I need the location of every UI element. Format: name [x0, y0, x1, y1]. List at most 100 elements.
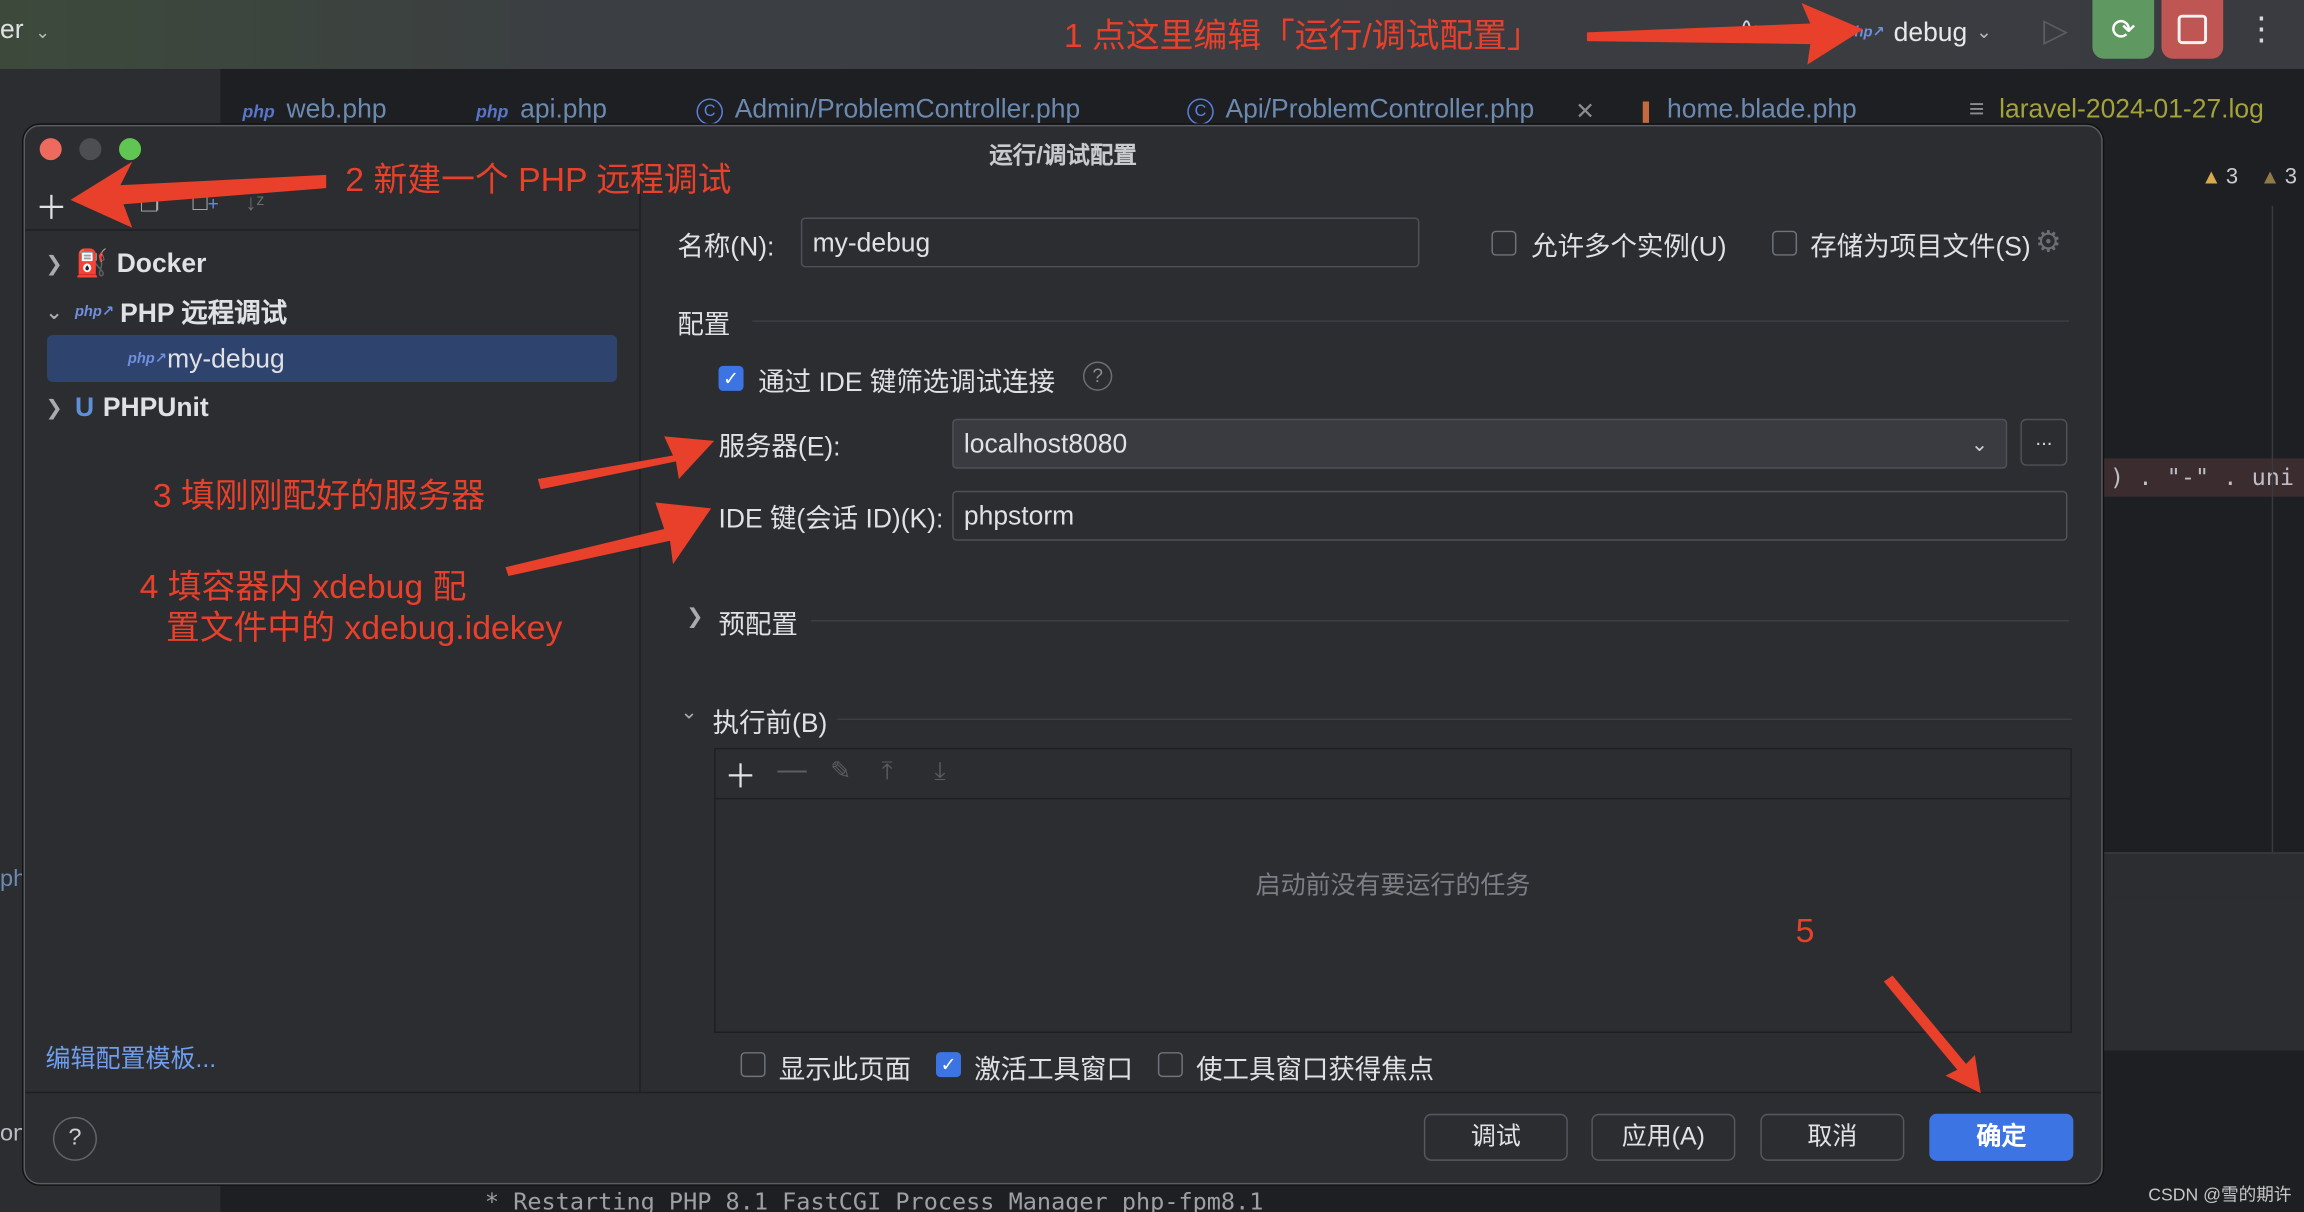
divider: [837, 718, 2072, 721]
tree-item-label: my-debug: [167, 343, 285, 373]
allow-multiple-label: 允许多个实例(U): [1531, 232, 1727, 262]
php-file-icon: php: [242, 101, 275, 122]
browse-servers-button[interactable]: ...: [2020, 418, 2068, 466]
chevron-right-icon[interactable]: ❯: [46, 251, 75, 276]
activate-tool-window-label: 激活工具窗口: [974, 1055, 1133, 1085]
help-icon[interactable]: ?: [1082, 361, 1113, 391]
chevron-down-icon: ⌄: [1970, 432, 1989, 456]
class-icon: C: [696, 98, 723, 125]
debug-button[interactable]: 调试: [1423, 1113, 1568, 1161]
remove-icon[interactable]: —: [777, 754, 806, 788]
divider: [811, 620, 2069, 622]
config-section-title: 配置: [677, 310, 731, 340]
signal-icon[interactable]: ∿: [1740, 12, 1760, 41]
run-config-selector[interactable]: php↗ debug ⌄: [1846, 13, 1992, 51]
warning-count-value: 3: [2284, 164, 2297, 190]
server-select[interactable]: localhost8080 ⌄: [952, 418, 2008, 469]
tab-api-php[interactable]: php api.php: [476, 94, 607, 125]
tree-item-label: Docker: [116, 247, 207, 277]
before-launch-section-title[interactable]: 执行前(B): [713, 702, 828, 740]
sort-icon[interactable]: ↓ᶻ: [245, 191, 264, 216]
apply-button[interactable]: 应用(A): [1591, 1113, 1736, 1161]
add-icon[interactable]: ＋: [724, 751, 756, 798]
php-remote-debug-icon: php↗: [74, 303, 115, 320]
tab-home-blade[interactable]: ▌ home.blade.php: [1643, 94, 1857, 125]
tab-label: Admin/ProblemController.php: [734, 94, 1081, 124]
project-selector[interactable]: er ⌄: [0, 15, 50, 46]
gear-icon[interactable]: ⚙: [2035, 223, 2061, 260]
blade-file-icon: ▌: [1642, 101, 1656, 122]
tree-item-label: PHP 远程调试: [120, 298, 288, 328]
focus-tool-window-label: 使工具窗口获得焦点: [1196, 1055, 1435, 1085]
store-as-file-checkbox[interactable]: [1772, 230, 1798, 256]
activate-tool-window-checkbox[interactable]: ✓: [936, 1052, 961, 1078]
edit-config-templates-link[interactable]: 编辑配置模板...: [46, 1037, 217, 1074]
chevron-down-icon[interactable]: ⌄: [680, 699, 697, 724]
tab-admin-problem-controller[interactable]: C Admin/ProblemController.php: [696, 94, 1080, 125]
chevron-down-icon[interactable]: ⌄: [46, 299, 75, 324]
divider: [639, 189, 641, 1092]
new-folder-icon[interactable]: □+: [192, 188, 218, 217]
empty-tasks-text: 启动前没有要运行的任务: [1255, 871, 1531, 900]
dialog-title: 运行/调试配置: [989, 144, 1137, 169]
cancel-button[interactable]: 取消: [1760, 1113, 1905, 1161]
annotation-step-4-line-2: 置文件中的 xdebug.idekey: [166, 608, 563, 647]
ide-key-value: phpstorm: [963, 500, 1075, 530]
project-name: er: [0, 14, 24, 45]
phpunit-icon: U: [74, 391, 95, 421]
move-down-icon[interactable]: ⤓: [935, 757, 946, 786]
tab-label: home.blade.php: [1667, 94, 1857, 124]
terminal-output: * Restarting PHP 8.1 FastCGI Process Man…: [484, 1187, 1264, 1212]
ok-button[interactable]: 确定: [1929, 1113, 2074, 1161]
move-up-icon[interactable]: ⤒: [882, 757, 893, 786]
before-launch-tasks-panel: ＋ — ✎ ⤒ ⤓ 启动前没有要运行的任务: [714, 747, 2072, 1033]
tree-item-phpunit[interactable]: ❯ U PHPUnit: [46, 385, 209, 429]
filter-by-ide-key-checkbox[interactable]: ✓: [718, 365, 744, 391]
class-icon: C: [1187, 98, 1214, 125]
annotation-step-5: 5: [1795, 911, 1815, 950]
php-remote-debug-icon: php↗: [127, 350, 168, 367]
tab-web-php[interactable]: php web.php: [242, 94, 386, 125]
tree-item-label: PHPUnit: [102, 391, 209, 421]
preconfig-section-title[interactable]: 预配置: [719, 604, 798, 642]
project-tree-fragment: on: [0, 1121, 27, 1147]
copy-icon[interactable]: ❐: [140, 191, 160, 217]
name-label: 名称(N):: [677, 232, 775, 262]
tree-item-docker[interactable]: ❯ ⛽ Docker: [46, 241, 207, 285]
tab-api-problem-controller[interactable]: C Api/ProblemController.php: [1187, 94, 1534, 125]
close-icon[interactable]: ✕: [1575, 97, 1595, 126]
screen: er ⌄ ∿ php↗ debug ⌄ ▷ ⟳ ⋮ php web.php php a…: [0, 0, 2304, 1212]
help-button[interactable]: ?: [52, 1116, 97, 1161]
divider: [752, 320, 2069, 322]
stop-icon[interactable]: [2161, 0, 2224, 59]
rerun-debug-icon[interactable]: ⟳: [2092, 0, 2155, 59]
chevron-right-icon[interactable]: ❯: [46, 395, 75, 420]
code-text: ) . "-" . uni: [2110, 462, 2295, 491]
chevron-right-icon[interactable]: ❯: [686, 604, 703, 629]
docker-icon: ⛽: [74, 247, 108, 277]
warning-count-value: 3: [2225, 164, 2239, 190]
project-tree-fragment: ph: [0, 866, 27, 892]
add-icon[interactable]: ＋: [35, 182, 67, 229]
focus-tool-window-checkbox[interactable]: [1157, 1052, 1183, 1078]
warning-count[interactable]: ▲ 3: [2201, 165, 2238, 190]
name-field[interactable]: my-debug: [800, 217, 1420, 268]
chevron-down-icon: ⌄: [35, 22, 51, 43]
edit-icon[interactable]: ✎: [830, 757, 851, 786]
more-vertical-icon[interactable]: ⋮: [2245, 9, 2277, 53]
ide-key-field[interactable]: phpstorm: [952, 490, 2068, 541]
server-value: localhost8080: [963, 428, 1128, 458]
play-icon[interactable]: ▷: [2037, 12, 2075, 50]
tree-item-my-debug-label[interactable]: php↗ my-debug: [128, 336, 285, 380]
tab-laravel-log[interactable]: ≡ laravel-2024-01-27.log: [1969, 94, 2264, 125]
allow-multiple-checkbox[interactable]: [1491, 230, 1517, 256]
annotation-step-1: 1 点这里编辑「运行/调试配置」: [1063, 16, 1541, 55]
right-margin-guide: [2271, 205, 2274, 853]
weak-warning-count[interactable]: ▲ 3: [2260, 165, 2297, 190]
php-remote-debug-icon: php↗: [1845, 24, 1885, 41]
annotation-step-3: 3 填刚刚配好的服务器: [152, 476, 486, 515]
show-page-checkbox[interactable]: [740, 1052, 766, 1078]
filter-by-ide-key-label: 通过 IDE 键筛选调试连接: [758, 367, 1056, 397]
tool-window: [2101, 896, 2304, 1053]
tree-item-php-remote-debug[interactable]: ⌄ php↗ PHP 远程调试: [46, 289, 288, 333]
